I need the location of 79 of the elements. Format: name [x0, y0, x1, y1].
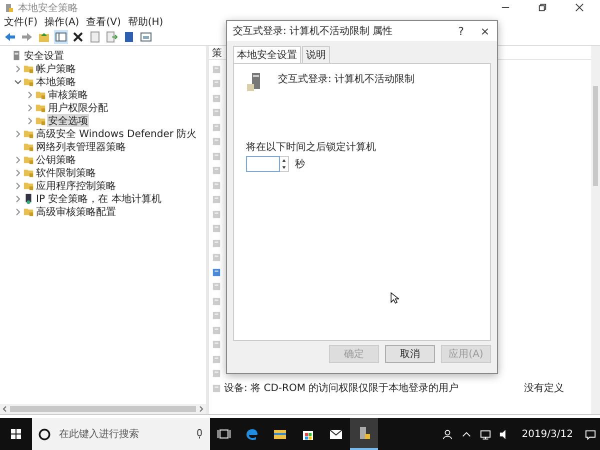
restore-icon[interactable]	[538, 3, 547, 12]
console-tree-icon[interactable]	[54, 30, 68, 44]
network-icon[interactable]	[480, 428, 491, 440]
view-icon[interactable]	[139, 30, 153, 44]
tree-item[interactable]: 高级安全 Windows Defender 防火	[35, 127, 198, 140]
vertical-scrollbar[interactable]	[591, 46, 600, 414]
delete-icon[interactable]	[71, 30, 85, 44]
spin-up-icon[interactable]	[280, 157, 288, 164]
menu-item[interactable]: 查看(V)	[86, 15, 121, 29]
close-button[interactable]: ×	[473, 24, 497, 38]
folder-icon[interactable]	[273, 427, 287, 441]
folder-icon	[23, 180, 34, 191]
unit-label: 秒	[295, 158, 305, 171]
policy-title: 交互式登录: 计算机不活动限制	[278, 72, 415, 86]
folder-icon	[23, 206, 34, 217]
window-title: 本地安全策略	[18, 2, 78, 14]
people-icon[interactable]	[442, 428, 453, 440]
folder-icon	[23, 154, 34, 165]
tree-item[interactable]: 用户权限分配	[47, 101, 109, 114]
search-field[interactable]: 在此键入进行搜索	[57, 428, 189, 440]
folder-icon	[35, 102, 46, 113]
app-icon	[4, 2, 14, 12]
horizontal-scrollbar[interactable]	[0, 404, 206, 414]
tree-item[interactable]: 网络列表管理器策略	[35, 140, 127, 153]
tree-item[interactable]: 安全设置	[23, 49, 65, 62]
taskbar-button[interactable]	[350, 418, 378, 450]
expand-chevron-icon[interactable]	[14, 64, 22, 72]
tree-item[interactable]: 本地策略	[35, 75, 77, 88]
dialog-button[interactable]: 取消	[385, 345, 435, 363]
server-icon	[246, 72, 262, 92]
clock-date[interactable]: 2019/3/12	[522, 428, 573, 440]
spin-down-icon[interactable]	[280, 164, 288, 171]
folder-icon	[23, 167, 34, 178]
policy-name: 设备: 将 CD-ROM 的访问权限仅限于本地登录的用户	[224, 382, 460, 396]
export-icon[interactable]	[105, 30, 119, 44]
edge-browser-icon[interactable]	[245, 427, 259, 441]
security-settings-icon	[11, 50, 22, 61]
field-label: 将在以下时间之后锁定计算机	[246, 140, 377, 154]
folder-icon	[23, 76, 34, 87]
forward-icon[interactable]	[20, 30, 34, 44]
close-icon[interactable]	[575, 3, 584, 12]
tree-item[interactable]: 审核策略	[47, 88, 89, 101]
task-view-icon[interactable]	[217, 427, 231, 441]
search-box[interactable]: 在此键入进行搜索	[32, 418, 210, 450]
folder-icon	[23, 141, 34, 152]
security-policy-icon[interactable]	[357, 426, 371, 440]
folder-icon	[35, 89, 46, 100]
folder-icon	[35, 115, 46, 126]
microphone-icon[interactable]	[195, 428, 204, 440]
security-setting: 没有定义	[524, 382, 564, 396]
folder-icon	[23, 63, 34, 74]
tree-item[interactable]: 公钥策略	[35, 153, 77, 166]
menu-item[interactable]: 文件(F)	[4, 15, 38, 29]
tree-item[interactable]: 帐户策略	[35, 62, 77, 75]
scroll-right-icon[interactable]	[197, 405, 205, 413]
tab[interactable]: 说明	[302, 46, 330, 63]
column-header[interactable]: 策	[212, 48, 222, 59]
help-button[interactable]: ?	[449, 24, 473, 38]
tree-item[interactable]: 安全选项	[47, 114, 89, 127]
back-icon[interactable]	[3, 30, 17, 44]
collapse-chevron-icon[interactable]	[14, 78, 22, 86]
cortana-icon	[38, 428, 51, 440]
start-icon[interactable]	[10, 428, 22, 440]
menu-item[interactable]: 帮助(H)	[128, 15, 164, 29]
tree-item[interactable]: 软件限制策略	[35, 166, 97, 179]
folder-icon	[23, 128, 34, 139]
mouse-pointer-icon	[390, 292, 399, 304]
tree-item[interactable]: 高级审核策略配置	[35, 205, 117, 218]
seconds-field[interactable]	[246, 156, 280, 172]
tree-item[interactable]: 应用程序控制策略	[35, 179, 117, 192]
dialog-title: 交互式登录: 计算机不活动限制 属性	[233, 24, 393, 38]
notification-icon[interactable]	[585, 428, 596, 440]
mail-icon[interactable]	[329, 427, 343, 441]
up-folder-icon[interactable]	[37, 30, 51, 44]
menu-item[interactable]: 操作(A)	[44, 15, 80, 29]
network-computer-icon	[23, 193, 34, 204]
tab[interactable]: 本地安全设置	[233, 46, 301, 63]
tree-item[interactable]: IP 安全策略，在 本地计算机	[35, 192, 162, 205]
scroll-left-icon[interactable]	[1, 405, 9, 413]
